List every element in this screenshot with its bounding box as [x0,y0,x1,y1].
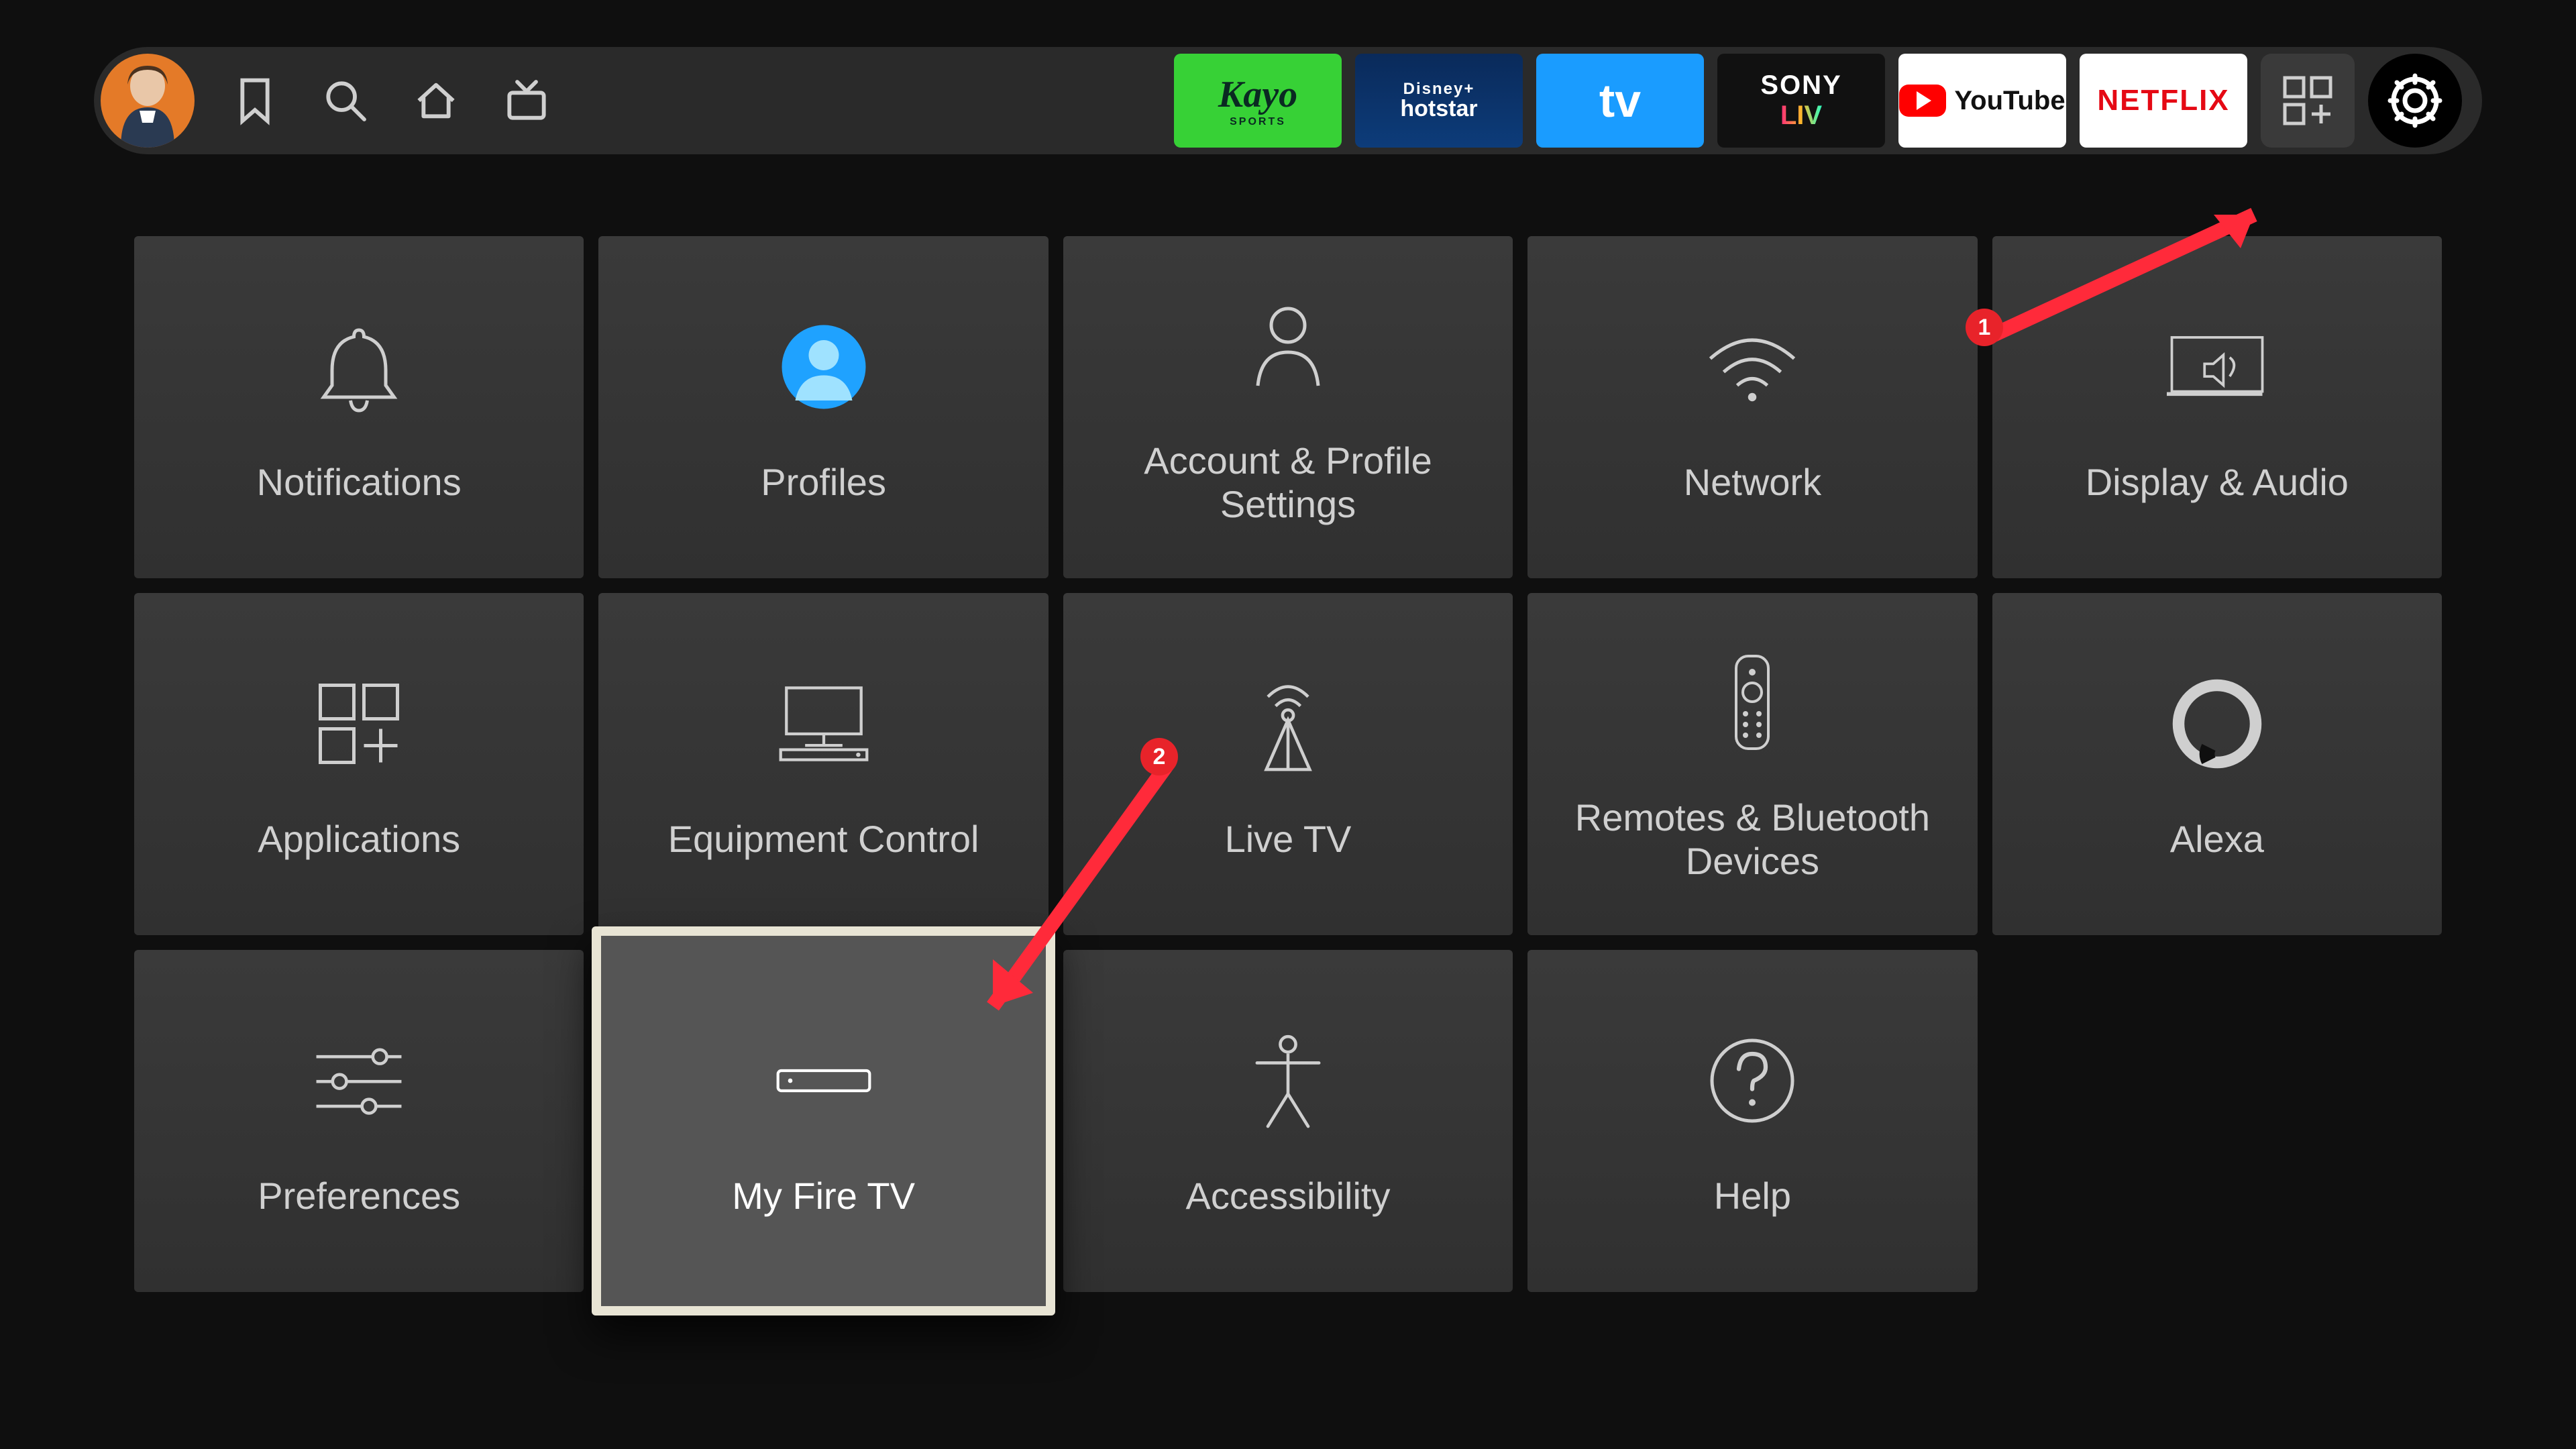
tile-label: Help [1714,1175,1791,1218]
annotation-arrow-2 [932,738,1214,1046]
tile-label: My Fire TV [732,1175,915,1218]
app-tile-hotstar[interactable]: Disney+ hotstar [1355,54,1523,148]
tile-label: Live TV [1225,818,1352,861]
tile-preferences[interactable]: Preferences [134,950,584,1292]
tile-profiles[interactable]: Profiles [598,236,1048,578]
app-tile-tv[interactable]: tv [1536,54,1704,148]
tile-remotes[interactable]: Remotes & Bluetooth Devices [1527,593,1977,935]
tile-label: Account & Profile Settings [1083,439,1493,526]
gear-icon [2385,70,2445,131]
apps-grid-icon [2281,74,2334,127]
tile-label: Applications [258,818,460,861]
bell-icon [309,310,409,424]
nav-left-group [101,54,557,148]
tile-network[interactable]: Network [1527,236,1977,578]
device-icon [773,1024,874,1138]
tile-account[interactable]: Account & Profile Settings [1063,236,1513,578]
tile-label: Preferences [258,1175,460,1218]
tile-label: Remotes & Bluetooth Devices [1548,796,1957,883]
app-tile-netflix[interactable]: NETFLIX [2080,54,2247,148]
app-label: Disney+ [1403,80,1475,97]
avatar-person-icon [107,54,188,148]
settings-grid: Notifications Profiles Account & Profile… [134,236,2442,1292]
app-tile-youtube[interactable]: YouTube [1898,54,2066,148]
settings-button[interactable] [2368,54,2462,148]
tile-label: Display & Audio [2086,461,2349,504]
live-tv-icon[interactable] [496,70,557,131]
tile-applications[interactable]: Applications [134,593,584,935]
nav-right-group: Kayo SPORTS Disney+ hotstar tv SONY LIV … [1174,54,2462,148]
bookmark-icon[interactable] [225,70,285,131]
tile-label: Profiles [761,461,886,504]
app-label: Kayo [1218,73,1297,116]
accessibility-icon [1238,1024,1338,1138]
tile-help[interactable]: Help [1527,950,1977,1292]
app-tile-kayo[interactable]: Kayo SPORTS [1174,54,1342,148]
app-sublabel: LIV [1780,101,1822,131]
tv-stand-icon [773,667,874,781]
alexa-icon [2167,667,2267,781]
sliders-icon [309,1024,409,1138]
person-icon [1238,288,1338,402]
antenna-icon [1238,667,1338,781]
search-icon[interactable] [315,70,376,131]
annotation-badge-1: 1 [1966,309,2003,346]
tile-label: Alexa [2170,818,2264,861]
app-label: NETFLIX [2097,84,2229,117]
tile-notifications[interactable]: Notifications [134,236,584,578]
tile-label: Network [1684,461,1821,504]
apps-icon [309,667,409,781]
app-tile-sonyliv[interactable]: SONY LIV [1717,54,1885,148]
app-label: YouTube [1954,86,2065,116]
tile-label: Accessibility [1186,1175,1391,1218]
app-sublabel: hotstar [1400,97,1477,121]
help-icon [1702,1024,1803,1138]
profile-icon [773,310,874,424]
annotation-badge-2: 2 [1140,738,1178,775]
top-nav: Kayo SPORTS Disney+ hotstar tv SONY LIV … [94,47,2482,154]
tile-alexa[interactable]: Alexa [1992,593,2442,935]
wifi-icon [1702,310,1803,424]
app-label: tv [1599,74,1641,127]
apps-grid-button[interactable] [2261,54,2355,148]
app-label: SONY [1760,70,1841,101]
remote-icon [1702,645,1803,759]
app-sublabel: SPORTS [1230,116,1286,128]
home-icon[interactable] [406,70,466,131]
profile-avatar[interactable] [101,54,195,148]
tile-label: Notifications [257,461,462,504]
youtube-play-icon [1899,85,1946,117]
